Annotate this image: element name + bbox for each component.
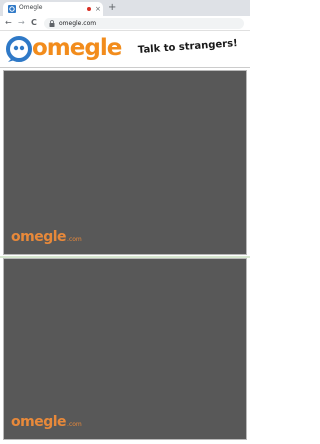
reload-icon[interactable]: C bbox=[31, 16, 37, 30]
omegle-logo-icon[interactable] bbox=[6, 36, 32, 62]
forward-arrow-icon[interactable]: → bbox=[18, 16, 25, 30]
watermark-logo-text: omegle bbox=[11, 414, 67, 430]
video-watermark: omegle.com bbox=[11, 413, 82, 433]
lock-icon bbox=[49, 20, 55, 27]
site-header: omegle Talk to strangers! bbox=[0, 31, 250, 67]
browser-tab-omegle[interactable]: Omegle × bbox=[3, 2, 103, 16]
address-bar[interactable]: omegle.com bbox=[44, 18, 244, 29]
video-watermark: omegle.com bbox=[11, 228, 82, 248]
recording-dot-icon bbox=[87, 7, 91, 11]
tab-close-icon[interactable]: × bbox=[95, 3, 101, 15]
browser-toolbar: ← → C omegle.com bbox=[0, 16, 250, 30]
url-text: omegle.com bbox=[59, 20, 97, 27]
header-divider bbox=[0, 67, 250, 68]
watermark-logo-text: omegle bbox=[11, 229, 67, 245]
omegle-logo-text[interactable]: omegle bbox=[32, 34, 122, 62]
tab-strip: Omegle × + bbox=[0, 0, 250, 16]
tab-title: Omegle bbox=[19, 4, 43, 11]
new-tab-button[interactable]: + bbox=[108, 2, 116, 14]
watermark-suffix: .com bbox=[67, 236, 82, 243]
watermark-suffix: .com bbox=[67, 421, 82, 428]
tagline: Talk to strangers! bbox=[137, 38, 239, 56]
self-video: omegle.com bbox=[3, 258, 247, 440]
stranger-video: omegle.com bbox=[3, 70, 247, 255]
back-arrow-icon[interactable]: ← bbox=[5, 16, 12, 30]
omegle-favicon-icon bbox=[8, 5, 16, 13]
